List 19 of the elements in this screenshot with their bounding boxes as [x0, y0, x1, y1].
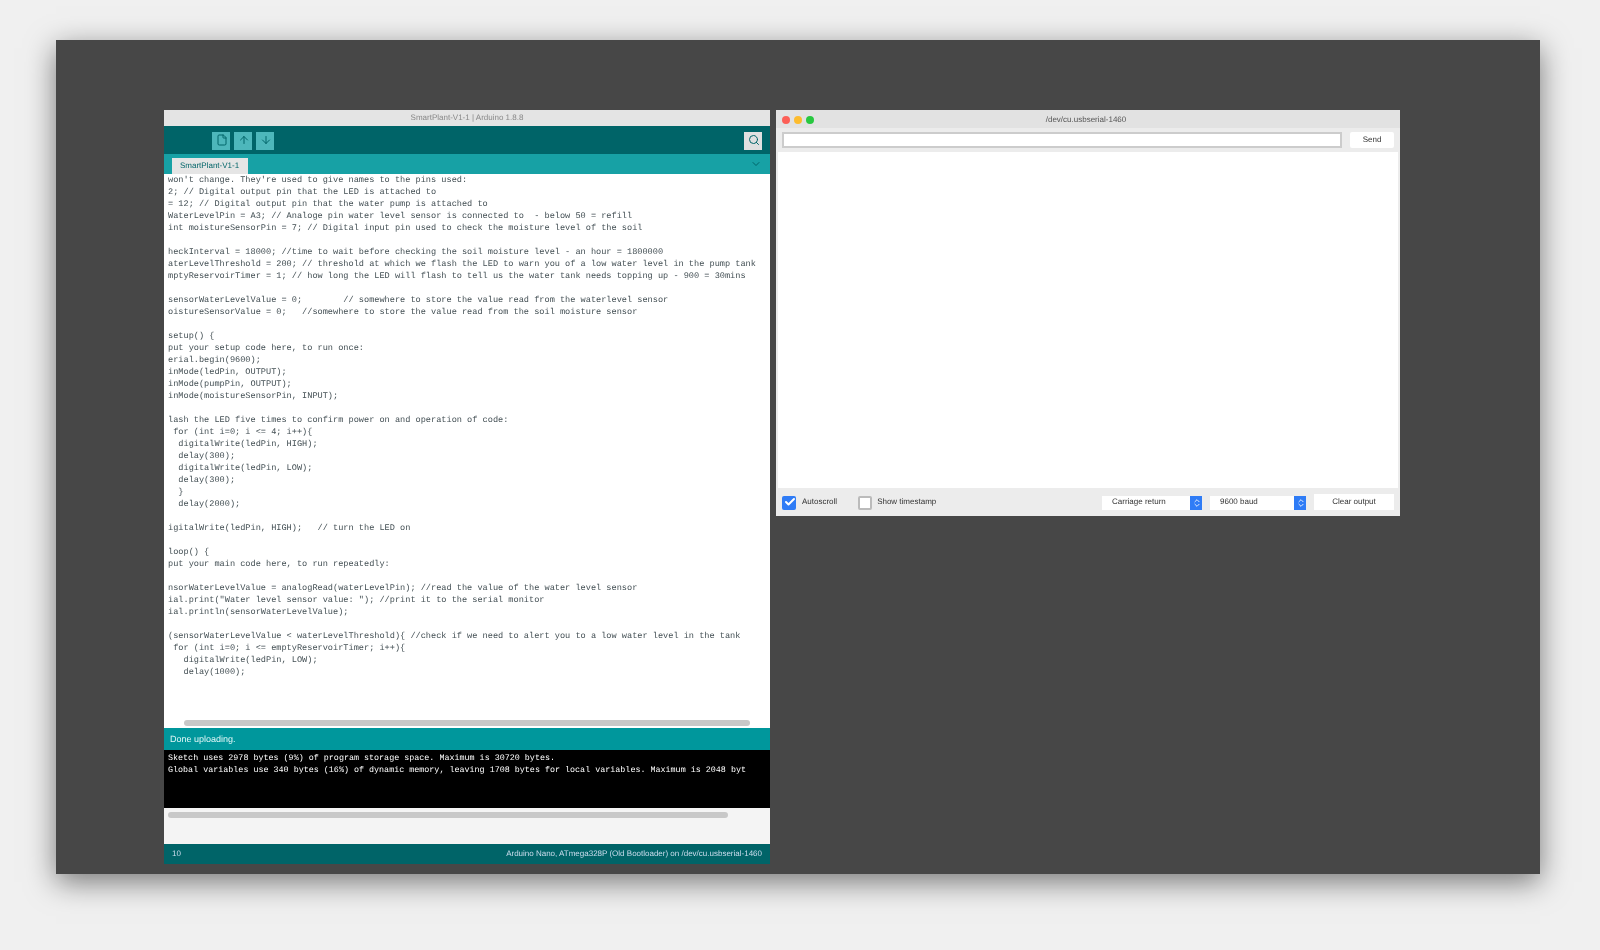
minimize-icon[interactable] — [794, 115, 802, 123]
serial-monitor-button[interactable] — [744, 131, 762, 149]
code-editor[interactable] — [164, 174, 770, 728]
dropdown-icon — [1295, 497, 1305, 507]
arrow-up-icon — [237, 134, 249, 146]
save-button[interactable] — [256, 131, 274, 149]
checkbox[interactable] — [857, 495, 872, 509]
horizontal-scrollbar[interactable] — [184, 720, 750, 726]
file-icon — [215, 134, 227, 146]
dropdown-icon — [1191, 497, 1201, 507]
arrow-down-icon — [259, 134, 271, 146]
close-icon[interactable] — [782, 115, 790, 123]
input-field[interactable] — [782, 132, 1342, 148]
zoom-icon[interactable] — [806, 115, 814, 123]
search-icon — [747, 134, 759, 146]
tab-menu-icon — [750, 158, 762, 170]
horizontal-scrollbar[interactable] — [168, 812, 728, 818]
open-button[interactable] — [234, 131, 252, 149]
new-button[interactable] — [212, 131, 230, 149]
